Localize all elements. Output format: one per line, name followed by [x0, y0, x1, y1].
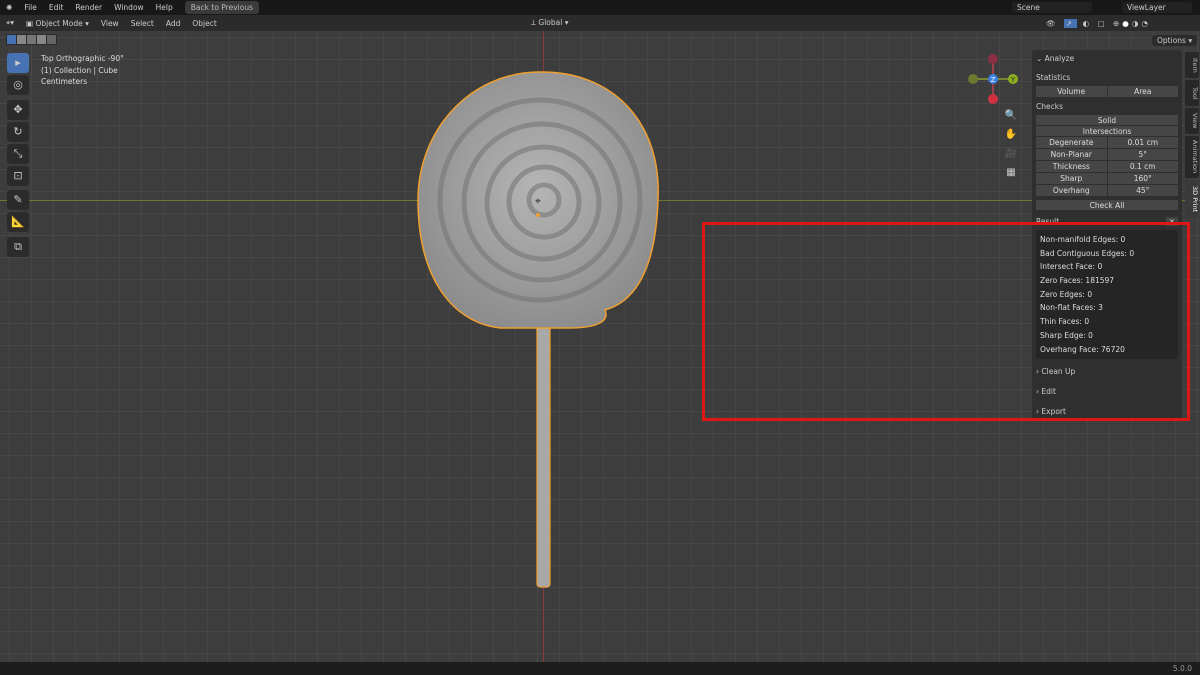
thickness-value[interactable]: 0.1 cm — [1107, 161, 1178, 172]
measure-tool-icon[interactable]: 📐 — [7, 212, 29, 232]
rotate-tool-icon[interactable]: ↻ — [7, 122, 29, 142]
statistics-label: Statistics — [1036, 73, 1071, 82]
non-planar-button[interactable]: Non-Planar — [1036, 149, 1107, 160]
select-extend-icon[interactable] — [17, 35, 26, 44]
menu-file[interactable]: File — [18, 3, 43, 12]
options-label: Options — [1157, 36, 1186, 45]
lollipop-stick — [536, 324, 551, 588]
grid-perspective-icon[interactable]: ▦ — [1003, 163, 1019, 182]
selection-mode-buttons[interactable] — [6, 34, 57, 45]
blender-logo-icon[interactable]: ✺ — [0, 3, 18, 12]
gizmo-x-positive — [988, 94, 998, 104]
menu-view[interactable]: View — [95, 19, 125, 28]
cursor-tool-icon[interactable]: ◎ — [7, 75, 29, 95]
volume-button[interactable]: Volume — [1036, 86, 1107, 97]
tab-tool[interactable]: Tool — [1185, 80, 1199, 106]
lollipop-object[interactable]: ⌖ — [400, 60, 680, 600]
pan-hand-icon[interactable]: ✋ — [1003, 125, 1019, 144]
solid-button[interactable]: Solid — [1036, 115, 1178, 126]
view-name: Top Orthographic -90° — [41, 54, 124, 63]
degenerate-button[interactable]: Degenerate — [1036, 137, 1107, 148]
zoom-icon[interactable]: 🔍 — [1003, 106, 1019, 125]
area-button[interactable]: Area — [1107, 86, 1178, 97]
transform-label: Global — [538, 18, 563, 27]
scale-tool-icon[interactable]: ⤡ — [7, 144, 29, 164]
navigation-gizmo[interactable]: Y Z — [965, 52, 1021, 104]
camera-icon[interactable]: 🎥 — [1003, 144, 1019, 163]
gizmo-y-negative — [968, 74, 978, 84]
menu-select[interactable]: Select — [125, 19, 160, 28]
menu-window[interactable]: Window — [108, 3, 150, 12]
tab-item[interactable]: Item — [1185, 52, 1199, 78]
check-all-button[interactable]: Check All — [1036, 200, 1178, 211]
options-dropdown[interactable]: Options ▾ — [1152, 35, 1198, 46]
select-intersect-icon[interactable] — [47, 35, 56, 44]
view-layer-selector[interactable]: ViewLayer — [1122, 2, 1192, 13]
menu-edit[interactable]: Edit — [43, 3, 70, 12]
select-subtract-icon[interactable] — [27, 35, 36, 44]
scene-selector[interactable]: Scene — [1012, 2, 1092, 13]
top-bar: ✺ File Edit Render Window Help Back to P… — [0, 0, 1200, 15]
gizmo-y-label: Y — [1010, 76, 1016, 84]
collection-info: (1) Collection | Cube — [41, 66, 118, 75]
viewport-shading-buttons[interactable]: 👁 ↗ ◐ ▢ ⊕●◑◔ — [1040, 18, 1157, 28]
gizmo-z-label: Z — [991, 76, 996, 84]
tab-view[interactable]: View — [1185, 108, 1199, 134]
units-info: Centimeters — [41, 77, 88, 86]
select-tool-icon[interactable]: ▸ — [7, 53, 29, 73]
mode-label: Object Mode — [35, 18, 83, 28]
back-to-previous-button[interactable]: Back to Previous — [184, 1, 259, 14]
object-origin — [536, 213, 540, 217]
gizmo-x-negative — [988, 54, 998, 64]
transform-orientation[interactable]: ⟂ Global ▾ — [525, 18, 574, 28]
degenerate-value[interactable]: 0.01 cm — [1107, 137, 1178, 148]
sharp-value[interactable]: 160° — [1107, 173, 1178, 184]
tab-3d-print[interactable]: 3D Print — [1185, 180, 1199, 218]
version-label: 5.0.0 — [1172, 664, 1192, 673]
checks-label: Checks — [1036, 102, 1063, 111]
analyze-label: Analyze — [1044, 54, 1075, 63]
thickness-button[interactable]: Thickness — [1036, 161, 1107, 172]
highlight-box — [702, 222, 1190, 421]
3d-cursor-icon: ⌖ — [535, 196, 541, 207]
menu-render[interactable]: Render — [69, 3, 108, 12]
mode-selector[interactable]: ▣ Object Mode ▾ — [20, 19, 95, 28]
tab-animation[interactable]: Animation — [1185, 136, 1199, 178]
select-invert-icon[interactable] — [37, 35, 46, 44]
overhang-value[interactable]: 45° — [1107, 185, 1178, 196]
viewport-header: ⌖▾ ▣ Object Mode ▾ View Select Add Objec… — [0, 15, 1200, 31]
editor-type-icon[interactable]: ⌖▾ — [0, 18, 20, 28]
sharp-button[interactable]: Sharp — [1036, 173, 1107, 184]
status-bar: 5.0.0 — [0, 662, 1200, 675]
menu-object[interactable]: Object — [186, 19, 222, 28]
add-cube-tool-icon[interactable]: ⧉ — [7, 237, 29, 257]
overhang-button[interactable]: Overhang — [1036, 185, 1107, 196]
select-box-icon[interactable] — [7, 35, 16, 44]
intersections-button[interactable]: Intersections — [1036, 126, 1178, 137]
analyze-header[interactable]: ⌄ Analyze — [1032, 50, 1182, 67]
non-planar-value[interactable]: 5° — [1107, 149, 1178, 160]
transform-tool-icon[interactable]: ⊡ — [7, 166, 29, 186]
move-tool-icon[interactable]: ✥ — [7, 100, 29, 120]
menu-add[interactable]: Add — [160, 19, 187, 28]
menu-help[interactable]: Help — [150, 3, 179, 12]
annotate-tool-icon[interactable]: ✎ — [7, 190, 29, 210]
